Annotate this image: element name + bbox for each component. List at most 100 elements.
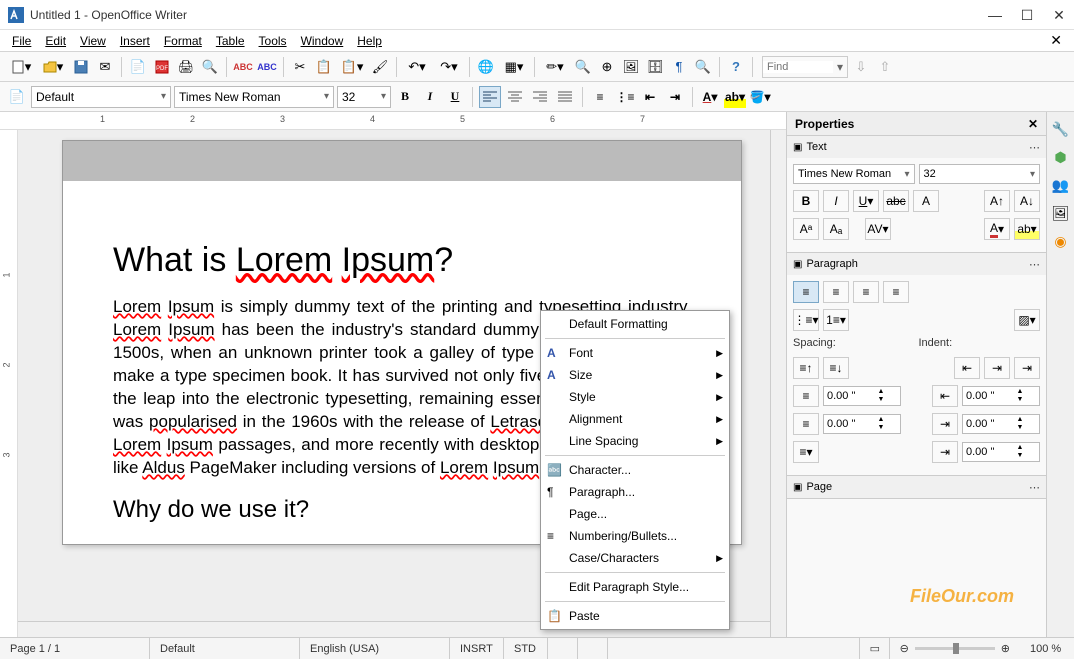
increase-indent-button[interactable]: ⇥ — [984, 357, 1010, 379]
cm-font[interactable]: AFont▶ — [541, 342, 729, 364]
find-replace-button[interactable]: 🔍 — [572, 56, 594, 78]
open-button[interactable]: ▾ — [38, 56, 68, 78]
props-align-left[interactable]: ≡ — [793, 281, 819, 303]
print-preview-button[interactable]: 🔍 — [199, 56, 221, 78]
numbered-list-button[interactable]: ≡ — [589, 86, 611, 108]
align-right-button[interactable] — [529, 86, 551, 108]
find-prev-button[interactable]: ⇧ — [874, 56, 896, 78]
styles-button[interactable]: 📄 — [6, 86, 28, 108]
menu-insert[interactable]: Insert — [114, 32, 156, 50]
cm-paragraph[interactable]: ¶Paragraph... — [541, 481, 729, 503]
italic-button[interactable]: I — [419, 86, 441, 108]
menu-table[interactable]: Table — [210, 32, 251, 50]
background-color-button[interactable]: 🪣▾ — [749, 86, 771, 108]
hanging-indent-button[interactable]: ⇥ — [1014, 357, 1040, 379]
menu-help[interactable]: Help — [351, 32, 388, 50]
data-sources-button[interactable]: 🗄 — [644, 56, 666, 78]
align-center-button[interactable] — [504, 86, 526, 108]
cm-line-spacing[interactable]: Line Spacing▶ — [541, 430, 729, 452]
cm-default-formatting[interactable]: Default Formatting — [541, 313, 729, 335]
props-align-center[interactable]: ≡ — [823, 281, 849, 303]
props-subscript-button[interactable]: Aₐ — [823, 218, 849, 240]
save-button[interactable] — [70, 56, 92, 78]
spellcheck-button[interactable]: ABC — [232, 56, 254, 78]
decrease-indent-button[interactable]: ⇤ — [639, 86, 661, 108]
status-insert-mode[interactable]: INSRT — [450, 638, 504, 659]
zoom-button[interactable]: 🔍 — [692, 56, 714, 78]
status-style[interactable]: Default — [150, 638, 300, 659]
more-icon[interactable]: ⋯ — [1029, 141, 1040, 154]
font-name-combo[interactable]: Times New Roman▾ — [174, 86, 334, 108]
export-pdf-button[interactable]: PDF — [151, 56, 173, 78]
close-panel-icon[interactable]: ✕ — [1028, 117, 1038, 131]
horizontal-ruler[interactable]: 1 2 3 4 5 6 7 — [0, 112, 786, 130]
cm-alignment[interactable]: Alignment▶ — [541, 408, 729, 430]
paragraph-section-header[interactable]: ▣Paragraph⋯ — [787, 253, 1046, 275]
increase-indent-button[interactable]: ⇥ — [664, 86, 686, 108]
props-bullets-button[interactable]: ⋮≡▾ — [793, 309, 819, 331]
hyperlink-button[interactable]: 🌐 — [475, 56, 497, 78]
underline-button[interactable]: U — [444, 86, 466, 108]
menu-view[interactable]: View — [74, 32, 112, 50]
decrease-indent-button[interactable]: ⇤ — [954, 357, 980, 379]
cm-case[interactable]: Case/Characters▶ — [541, 547, 729, 569]
drawing-button[interactable]: ✏▾ — [540, 56, 570, 78]
status-zoom[interactable]: 100 % — [1020, 638, 1074, 659]
font-size-combo[interactable]: 32▾ — [337, 86, 391, 108]
redo-button[interactable]: ↷▾ — [434, 56, 464, 78]
cut-button[interactable]: ✂ — [289, 56, 311, 78]
cm-size[interactable]: ASize▶ — [541, 364, 729, 386]
cm-page[interactable]: Page... — [541, 503, 729, 525]
status-page[interactable]: Page 1 / 1 — [0, 638, 150, 659]
bullet-list-button[interactable]: ⋮≡ — [614, 86, 636, 108]
props-size-combo[interactable]: 32▾ — [919, 164, 1041, 184]
zoom-track[interactable] — [915, 647, 995, 650]
cm-paste[interactable]: 📋Paste — [541, 605, 729, 627]
spacing-below-input[interactable]: ▲▼ — [823, 414, 901, 434]
auto-spellcheck-button[interactable]: ABC — [256, 56, 278, 78]
props-superscript-button[interactable]: Aᵃ — [793, 218, 819, 240]
new-button[interactable]: ▾ — [6, 56, 36, 78]
status-view-layout[interactable]: ▭ — [860, 638, 890, 659]
status-selection-mode[interactable]: STD — [504, 638, 548, 659]
print-button[interactable]: 🖨 — [175, 56, 197, 78]
zoom-out-icon[interactable]: ⊖ — [900, 642, 909, 655]
props-font-color-button[interactable]: A▾ — [984, 218, 1010, 240]
props-align-justify[interactable]: ≡ — [883, 281, 909, 303]
sidebar-tab-functions[interactable]: ◉ — [1050, 230, 1072, 252]
props-strike-button[interactable]: abc — [883, 190, 909, 212]
line-spacing-button[interactable]: ≡▾ — [793, 441, 819, 463]
align-justify-button[interactable] — [554, 86, 576, 108]
page-section-header[interactable]: ▣Page⋯ — [787, 476, 1046, 498]
menu-file[interactable]: File — [6, 32, 37, 50]
close-doc-button[interactable]: ✕ — [1044, 32, 1068, 49]
find-next-button[interactable]: ⇩ — [850, 56, 872, 78]
email-button[interactable]: ✉ — [94, 56, 116, 78]
sidebar-tab-properties[interactable]: 🔧 — [1050, 118, 1072, 140]
sidebar-tab-styles[interactable]: ⬢ — [1050, 146, 1072, 168]
zoom-slider[interactable]: ⊖ ⊕ — [890, 642, 1020, 655]
props-shrink-font-button[interactable]: A↓ — [1014, 190, 1040, 212]
bold-button[interactable]: B — [394, 86, 416, 108]
more-icon[interactable]: ⋯ — [1029, 481, 1040, 494]
highlight-button[interactable]: ab▾ — [724, 86, 746, 108]
menu-tools[interactable]: Tools — [253, 32, 293, 50]
cm-numbering[interactable]: ≡Numbering/Bullets... — [541, 525, 729, 547]
close-button[interactable]: ✕ — [1052, 8, 1066, 22]
menu-window[interactable]: Window — [295, 32, 350, 50]
status-language[interactable]: English (USA) — [300, 638, 450, 659]
props-underline-button[interactable]: U▾ — [853, 190, 879, 212]
props-highlight-button[interactable]: ab▾ — [1014, 218, 1040, 240]
spacing-above-input[interactable]: ▲▼ — [823, 386, 901, 406]
more-icon[interactable]: ⋯ — [1029, 258, 1040, 271]
gallery-button[interactable]: 🖼 — [620, 56, 642, 78]
cm-character[interactable]: 🔤Character... — [541, 459, 729, 481]
text-section-header[interactable]: ▣Text⋯ — [787, 136, 1046, 158]
navigator-button[interactable]: ⊕ — [596, 56, 618, 78]
zoom-thumb[interactable] — [953, 643, 959, 654]
props-bold-button[interactable]: B — [793, 190, 819, 212]
heading-1[interactable]: What is Lorem Ipsum? — [113, 241, 691, 280]
increase-spacing-button[interactable]: ≡↑ — [793, 357, 819, 379]
minimize-button[interactable]: — — [988, 8, 1002, 22]
props-spacing-button[interactable]: AV▾ — [865, 218, 891, 240]
